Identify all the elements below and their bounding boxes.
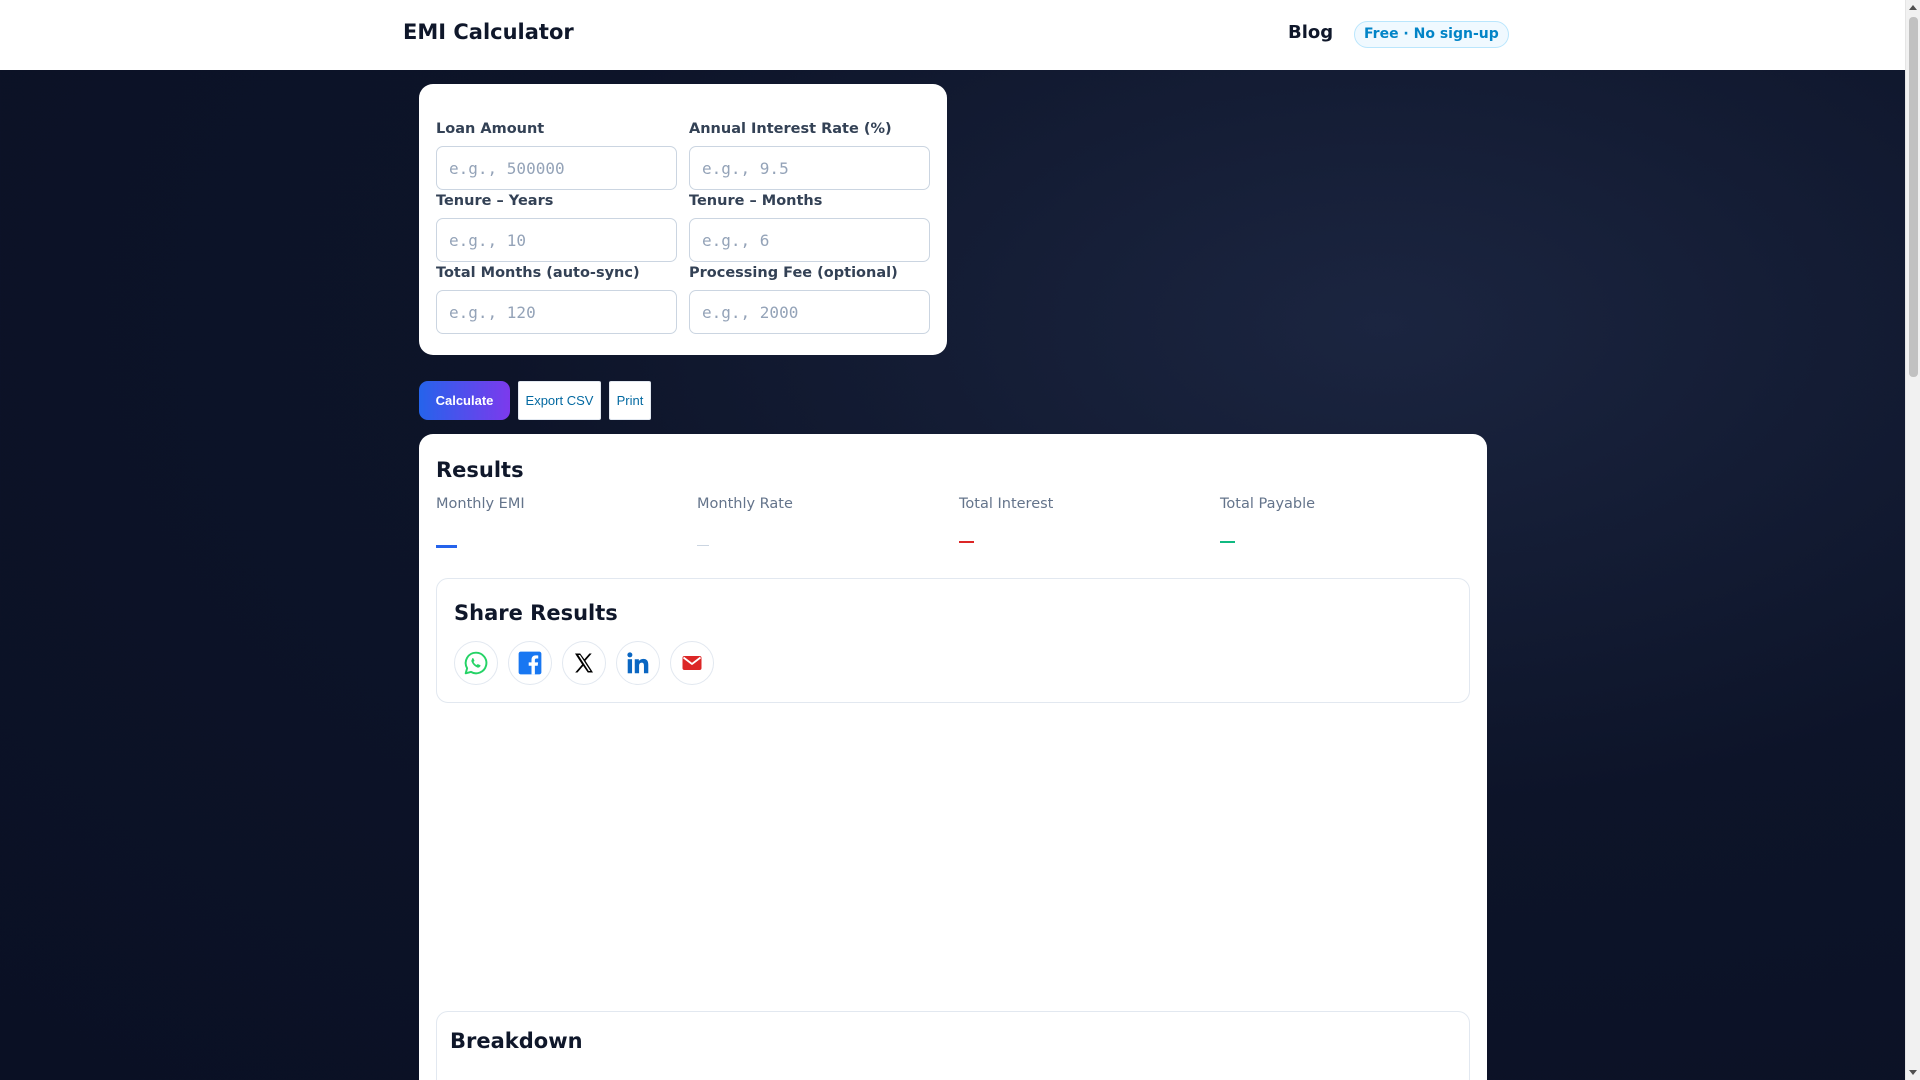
nav-link-blog[interactable]: Blog bbox=[1288, 22, 1333, 43]
stat-monthly-rate: Monthly Rate bbox=[697, 496, 937, 546]
tenure-months-field: Tenure – Months bbox=[689, 193, 930, 262]
share-whatsapp-button[interactable] bbox=[454, 641, 498, 685]
processing-fee-label: Processing Fee (optional) bbox=[689, 265, 898, 281]
loan-amount-label: Loan Amount bbox=[436, 121, 545, 137]
stat-total-interest-value bbox=[959, 541, 974, 543]
share-email-button[interactable] bbox=[670, 641, 714, 685]
loan-amount-input[interactable] bbox=[436, 146, 677, 190]
share-x-button[interactable] bbox=[562, 641, 606, 685]
results-card: Results Monthly EMI Monthly Rate Total I… bbox=[419, 434, 1487, 1080]
tenure-months-input[interactable] bbox=[689, 218, 930, 262]
share-linkedin-button[interactable] bbox=[616, 641, 660, 685]
share-facebook-button[interactable] bbox=[508, 641, 552, 685]
stat-monthly-rate-label: Monthly Rate bbox=[697, 496, 793, 512]
site-brand[interactable]: EMI Calculator bbox=[403, 20, 574, 44]
processing-fee-input[interactable] bbox=[689, 290, 930, 334]
processing-fee-field: Processing Fee (optional) bbox=[689, 265, 930, 334]
stat-monthly-emi-label: Monthly EMI bbox=[436, 496, 525, 512]
x-icon bbox=[575, 653, 593, 673]
whatsapp-icon bbox=[464, 651, 488, 675]
stat-monthly-rate-value bbox=[697, 545, 709, 546]
linkedin-icon bbox=[627, 652, 649, 674]
tenure-years-input[interactable] bbox=[436, 218, 677, 262]
stat-total-payable: Total Payable bbox=[1220, 496, 1460, 543]
stat-total-payable-value bbox=[1220, 541, 1235, 543]
stat-total-interest-label: Total Interest bbox=[959, 496, 1054, 512]
facebook-icon bbox=[518, 651, 542, 675]
stat-total-interest: Total Interest bbox=[959, 496, 1199, 543]
page-scrollbar[interactable] bbox=[1905, 0, 1920, 1080]
breakdown-box: Breakdown bbox=[436, 1011, 1470, 1080]
free-badge: Free · No sign-up bbox=[1354, 21, 1509, 48]
results-title: Results bbox=[436, 458, 524, 482]
stat-monthly-emi-value bbox=[436, 545, 457, 548]
share-results-box: Share Results bbox=[436, 578, 1470, 703]
calculate-button[interactable]: Calculate bbox=[419, 381, 510, 420]
total-months-label: Total Months (auto-sync) bbox=[436, 265, 640, 281]
stat-monthly-emi: Monthly EMI bbox=[436, 496, 676, 548]
share-results-title: Share Results bbox=[454, 601, 618, 625]
total-months-input[interactable] bbox=[436, 290, 677, 334]
tenure-years-label: Tenure – Years bbox=[436, 193, 554, 209]
scrollbar-thumb[interactable] bbox=[1909, 17, 1918, 377]
scroll-up-arrow-icon[interactable] bbox=[1909, 5, 1917, 10]
total-months-field: Total Months (auto-sync) bbox=[436, 265, 677, 334]
loan-amount-field: Loan Amount bbox=[436, 121, 677, 190]
breakdown-title: Breakdown bbox=[450, 1029, 583, 1053]
interest-rate-label: Annual Interest Rate (%) bbox=[689, 121, 892, 137]
print-button[interactable]: Print bbox=[609, 381, 651, 420]
tenure-months-label: Tenure – Months bbox=[689, 193, 823, 209]
email-icon bbox=[682, 656, 702, 670]
stat-total-payable-label: Total Payable bbox=[1220, 496, 1316, 512]
scroll-down-arrow-icon[interactable] bbox=[1909, 1070, 1917, 1075]
site-header: EMI Calculator Blog Free · No sign-up bbox=[0, 0, 1905, 70]
loan-input-card: Loan Amount Annual Interest Rate (%) Ten… bbox=[419, 84, 947, 355]
tenure-years-field: Tenure – Years bbox=[436, 193, 677, 262]
interest-rate-input[interactable] bbox=[689, 146, 930, 190]
export-csv-button[interactable]: Export CSV bbox=[518, 381, 601, 420]
interest-rate-field: Annual Interest Rate (%) bbox=[689, 121, 930, 190]
